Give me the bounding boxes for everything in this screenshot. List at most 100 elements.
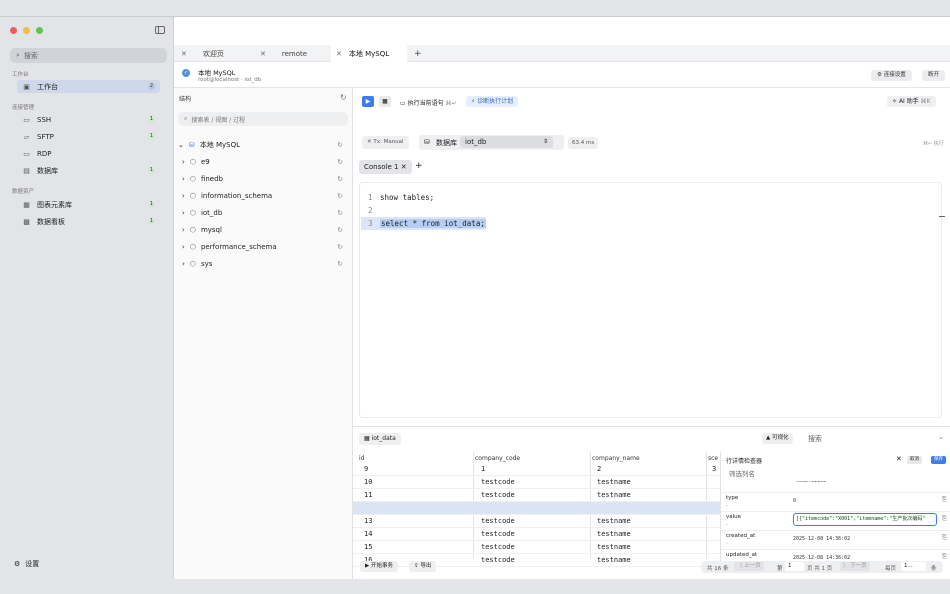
result-table-tab[interactable]: ▦ iot_data [359,433,401,445]
ai-assistant-button[interactable]: ✧ AI 助手 ⌘K [887,96,936,107]
copy-icon[interactable]: ⎘ [942,534,947,542]
visualize-button[interactable]: ▲ 可视化 [762,433,793,444]
results-search-input[interactable]: 搜索 [808,434,822,444]
column-header-company-name[interactable]: company_name [592,455,640,462]
close-icon[interactable]: ✕ [260,50,266,58]
run-button[interactable]: ▶ [362,96,374,107]
sidebar-item-chart-library[interactable]: ▦ 图表元素库 1 [17,198,160,211]
minimize-window-button[interactable] [23,27,30,34]
field-value-input[interactable]: [{"itemcode":"X001","itemname":"生产批次编码" [793,513,937,526]
column-header-sce[interactable]: sce [708,455,718,462]
table-cell[interactable]: testname [597,517,631,525]
prev-page-button[interactable]: 〈 上一页 [734,562,764,571]
table-cell[interactable]: 13 [364,517,372,525]
structure-search-input[interactable]: ⌕ 搜索表 / 视图 / 过程 [178,112,348,126]
refresh-icon[interactable]: ↻ [337,243,343,251]
table-cell[interactable]: testcode [481,517,515,525]
tree-db-sys[interactable]: › ⬡ sys ↻ [182,257,347,271]
refresh-icon[interactable]: ↻ [337,260,343,268]
copy-icon[interactable]: ⎘ [942,496,947,504]
table-row[interactable]: 13 testcode testname [353,515,720,528]
new-tab-button[interactable]: + [414,45,422,62]
table-cell[interactable]: 14 [364,530,372,538]
next-page-button[interactable]: 〉 下一页 [840,562,870,571]
tree-db-information-schema[interactable]: › ⬡ information_schema ↻ [182,189,347,203]
tree-db-performance-schema[interactable]: › ⬡ performance_schema ↻ [182,240,347,254]
page-input[interactable]: 1 [785,562,804,571]
tree-db-mysql[interactable]: › ⬡ mysql ↻ [182,223,347,237]
tab-local-mysql[interactable]: ✕ 本地 MySQL [331,45,407,62]
column-header-id[interactable]: id [359,455,364,462]
sidebar-item-ssh[interactable]: ▭ SSH 1 [17,113,160,126]
zoom-window-button[interactable] [36,27,43,34]
database-select[interactable]: iot_db ⇕ [460,136,553,148]
scroll-indicator[interactable] [939,216,945,217]
per-page-select[interactable]: 1... [901,562,926,571]
table-cell[interactable]: 9 [364,465,368,473]
tab-remote[interactable]: ✕ remote [260,45,332,62]
explain-plan-button[interactable]: ⚡ 诊断执行计划 [466,96,519,107]
cancel-button[interactable]: 取消 [907,456,922,464]
table-row[interactable]: 10 testcode testname [353,476,720,489]
sidebar-item-sftp[interactable]: ▱ SFTP 1 [17,130,160,143]
disconnect-button[interactable]: 断开 [922,70,946,81]
sidebar-item-workbench[interactable]: ▣ 工作台 2 [17,80,160,93]
close-icon[interactable]: ✕ [181,50,187,58]
sidebar-item-dashboards[interactable]: ▩ 数据看板 1 [17,215,160,228]
table-cell[interactable]: testcode [481,478,515,486]
close-icon[interactable]: ✕ [336,50,342,58]
table-row[interactable]: 15 testcode testname [353,541,720,554]
sidebar-toggle-icon[interactable] [155,26,165,34]
sidebar-item-database[interactable]: ▤ 数据库 1 [17,164,160,177]
table-cell[interactable]: 10 [364,478,372,486]
refresh-icon[interactable]: ↻ [337,175,343,183]
copy-icon[interactable]: ⎘ [942,515,947,523]
add-console-button[interactable]: + [415,161,423,171]
sidebar-item-rdp[interactable]: ▭ RDP [17,147,160,160]
table-row[interactable]: 9 1 2 3 [353,463,720,476]
stop-button[interactable]: ■ [379,96,391,107]
table-row[interactable]: 14 testcode testname [353,528,720,541]
field-value-input[interactable]: 0 [793,497,933,505]
close-icon[interactable]: ✕ [401,163,407,171]
table-cell[interactable]: 15 [364,543,372,551]
begin-transaction-button[interactable]: ▶ 开始事务 [360,561,398,572]
table-cell[interactable]: testcode [481,543,515,551]
chevron-down-icon[interactable]: ⌄ [938,433,944,441]
field-value-input[interactable]: 2025-12-08 14:36:02 [793,535,933,543]
table-cell[interactable]: 1 [481,465,485,473]
export-button[interactable]: ⇪ 导出 [409,561,437,572]
refresh-icon[interactable]: ↻ [337,141,343,149]
table-cell[interactable]: testcode [481,530,515,538]
sql-editor[interactable]: 1 show tables; 2 3 select * from iot_dat… [359,182,945,418]
close-icon[interactable]: ✕ [896,455,902,463]
table-cell[interactable]: testname [597,530,631,538]
column-header-company-code[interactable]: company_code [475,455,520,462]
table-cell[interactable]: testcode [481,491,515,499]
tree-db-e9[interactable]: › ⬡ e9 ↻ [182,155,347,169]
tree-db-iot-db[interactable]: › ⬡ iot_db ↻ [182,206,347,220]
table-cell[interactable]: 11 [364,491,372,499]
refresh-icon[interactable]: ↻ [337,158,343,166]
table-cell[interactable]: testname [597,543,631,551]
refresh-icon[interactable]: ↻ [340,93,347,102]
refresh-icon[interactable]: ↻ [337,192,343,200]
tree-db-finedb[interactable]: › ⬡ finedb ↻ [182,172,347,186]
table-row[interactable]: 11 testcode testname [353,489,720,502]
connection-settings-button[interactable]: ⚙ 连接设置 [871,70,912,81]
save-button[interactable]: 保存 [931,456,946,464]
console-tab[interactable]: Console 1 ✕ [359,160,412,174]
tab-welcome[interactable]: ✕ 欢迎页 [181,45,267,62]
refresh-icon[interactable]: ↻ [337,209,343,217]
run-current-button[interactable]: ▭ 执行当前语句 ⌘↵ [400,98,457,107]
tx-mode-button[interactable]: ✕ Tx: Manual [362,136,409,149]
table-cell[interactable]: testname [597,491,631,499]
table-row[interactable] [353,502,720,515]
table-cell[interactable]: 2 [597,465,601,473]
refresh-icon[interactable]: ↻ [337,226,343,234]
close-window-button[interactable] [10,27,17,34]
table-cell[interactable]: testname [597,478,631,486]
settings-button[interactable]: ⚙ 设置 [14,559,39,569]
table-cell[interactable]: 3 [712,465,716,473]
filter-columns-input[interactable]: 筛选列名 [729,468,755,478]
